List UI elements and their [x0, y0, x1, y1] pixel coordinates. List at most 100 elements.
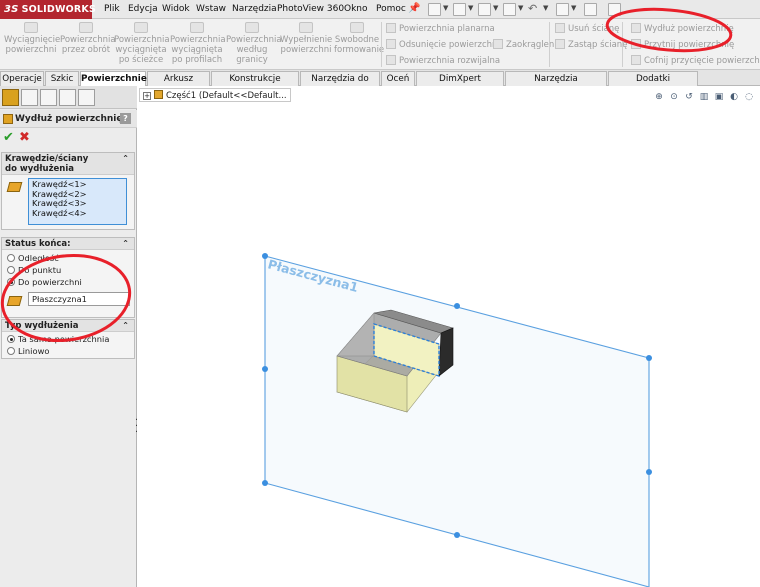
- radio-up-to-surface[interactable]: Do powierzchni: [7, 277, 82, 288]
- property-manager-icon[interactable]: [21, 89, 38, 106]
- radio-distance[interactable]: Odległość: [7, 253, 59, 264]
- tab-powierzchnie[interactable]: Powierzchnie: [80, 71, 147, 87]
- revolved-surface-button[interactable]: Powierzchnia przez obrót: [60, 21, 116, 68]
- list-item[interactable]: Krawędź<1>: [29, 179, 126, 190]
- swept-surface-button[interactable]: Powierzchnia wyciągnięta po ścieżce: [114, 21, 170, 68]
- untrim-surface-button[interactable]: Cofnij przycięcie powierzchni: [631, 54, 760, 68]
- collapse-icon[interactable]: ⌃: [122, 154, 129, 164]
- delete-face-button[interactable]: Usuń ścianę: [555, 22, 619, 36]
- display-manager-icon[interactable]: [78, 89, 95, 106]
- trim-surface-button[interactable]: Przytnij powierzchnię: [631, 38, 734, 52]
- extend-surface-button[interactable]: Wydłuż powierzchnię: [631, 22, 734, 36]
- options-icon[interactable]: [608, 3, 621, 16]
- tab-dimxpert[interactable]: DimXpert Wymiarów: [416, 71, 504, 98]
- plane-handle[interactable]: [262, 253, 268, 259]
- ruled-surface-button[interactable]: Powierzchnia rozwijalna: [386, 54, 500, 68]
- list-item[interactable]: Krawędź<4>: [29, 208, 126, 219]
- display-style-icon[interactable]: ◐: [728, 91, 740, 103]
- menu-okno[interactable]: Okno: [344, 0, 368, 19]
- feature-tree-root[interactable]: + Część1 (Default<<Default...: [139, 88, 291, 102]
- extend-surface-icon: [3, 114, 13, 124]
- tab-dodatki[interactable]: Dodatki SOLIDWORKS: [608, 71, 698, 98]
- plane-handle[interactable]: [454, 303, 460, 309]
- chevron-down-icon[interactable]: ▼: [518, 4, 523, 12]
- replace-face-button[interactable]: Zastąp ścianę: [555, 38, 627, 52]
- zoom-area-icon[interactable]: ⊙: [668, 91, 680, 103]
- undo-icon[interactable]: ↶: [528, 3, 541, 16]
- new-document-icon[interactable]: [428, 3, 441, 16]
- menu-pomoc[interactable]: Pomoc: [376, 0, 406, 19]
- fillet-icon: [493, 39, 503, 49]
- hide-show-icon[interactable]: ◌: [743, 91, 755, 103]
- print-icon[interactable]: [503, 3, 516, 16]
- extension-type-header[interactable]: Typ wydłużenia ⌃: [2, 320, 134, 332]
- extruded-surface-button[interactable]: Wyciągnięcie powierzchni: [4, 21, 60, 68]
- collapse-icon[interactable]: ⌃: [122, 238, 129, 250]
- help-button[interactable]: ?: [120, 113, 131, 124]
- tab-narzedzia-do-form[interactable]: Narzędzia do form: [300, 71, 380, 98]
- menu-plik[interactable]: Plik: [104, 0, 120, 19]
- lofted-surface-button[interactable]: Powierzchnia wyciągnięta po profilach: [170, 21, 226, 68]
- previous-view-icon[interactable]: ↺: [683, 91, 695, 103]
- plane-handle[interactable]: [262, 366, 268, 372]
- rebuild-icon[interactable]: [584, 3, 597, 16]
- chevron-down-icon[interactable]: ▼: [543, 4, 548, 12]
- radio-button[interactable]: [7, 278, 15, 286]
- radio-button[interactable]: [7, 335, 15, 343]
- menu-widok[interactable]: Widok: [162, 0, 190, 19]
- chevron-down-icon[interactable]: ▼: [493, 4, 498, 12]
- planar-surface-button[interactable]: Powierzchnia planarna: [386, 22, 495, 36]
- view-orientation-icon[interactable]: ▣: [713, 91, 725, 103]
- edges-group-header[interactable]: Krawędzie/ściany do wydłużenia ⌃: [2, 153, 134, 175]
- graphics-area[interactable]: Płaszczyzna1 + Część1 (Default<<Default..…: [137, 86, 760, 587]
- fillet-button[interactable]: Zaokrąglenie: [493, 38, 562, 52]
- freeform-button[interactable]: Swobodne formowanie: [334, 21, 384, 68]
- menu-edycja[interactable]: Edycja: [128, 0, 158, 19]
- edges-list[interactable]: Krawędź<1> Krawędź<2> Krawędź<3> Krawędź…: [28, 178, 127, 225]
- radio-linear[interactable]: Liniowo: [7, 346, 49, 357]
- boundary-surface-button[interactable]: Powierzchnia według granicy: [226, 21, 282, 68]
- save-icon[interactable]: [478, 3, 491, 16]
- tab-arkusz-blachy[interactable]: Arkusz blachy: [147, 71, 210, 98]
- radio-up-to-point[interactable]: Do punktu: [7, 265, 61, 276]
- cancel-button[interactable]: ✖: [19, 130, 30, 145]
- end-surface-field[interactable]: Płaszczyzna1: [28, 292, 130, 306]
- filled-surface-icon: [299, 22, 313, 33]
- lofted-surface-icon: [190, 22, 204, 33]
- 3d-scene[interactable]: Płaszczyzna1: [137, 86, 760, 587]
- plane-handle[interactable]: [646, 469, 652, 475]
- radio-button[interactable]: [7, 254, 15, 262]
- plane-handle[interactable]: [646, 355, 652, 361]
- collapse-icon[interactable]: ⌃: [122, 320, 129, 332]
- configuration-manager-icon[interactable]: [40, 89, 57, 106]
- tab-szkic[interactable]: Szkic: [45, 71, 79, 86]
- chevron-down-icon[interactable]: ▼: [571, 4, 576, 12]
- select-icon[interactable]: [556, 3, 569, 16]
- plane-handle[interactable]: [454, 532, 460, 538]
- end-condition-header[interactable]: Status końca: ⌃: [2, 238, 134, 250]
- pin-icon[interactable]: 📌: [408, 3, 421, 16]
- tab-ocen[interactable]: Oceń: [381, 71, 415, 86]
- tab-narzedzia-renderowania[interactable]: Narzędzia renderowania: [505, 71, 607, 98]
- menu-wstaw[interactable]: Wstaw: [196, 0, 226, 19]
- chevron-down-icon[interactable]: ▼: [468, 4, 473, 12]
- menu-narzedzia[interactable]: Narzędzia: [232, 0, 277, 19]
- radio-button[interactable]: [7, 266, 15, 274]
- radio-button[interactable]: [7, 347, 15, 355]
- section-view-icon[interactable]: ▥: [698, 91, 710, 103]
- radio-same-surface[interactable]: Ta sama powierzchnia: [7, 334, 109, 345]
- expand-icon[interactable]: +: [143, 92, 151, 100]
- feature-manager-icon[interactable]: [2, 89, 19, 106]
- open-icon[interactable]: [453, 3, 466, 16]
- zoom-to-fit-icon[interactable]: ⊕: [653, 91, 665, 103]
- tab-operacje[interactable]: Operacje: [0, 71, 44, 86]
- chevron-down-icon[interactable]: ▼: [443, 4, 448, 12]
- offset-surface-button[interactable]: Odsunięcie powierzchni: [386, 38, 500, 52]
- plane-handle[interactable]: [262, 480, 268, 486]
- filled-surface-button[interactable]: Wypełnienie powierzchni: [280, 21, 332, 68]
- dimxpert-manager-icon[interactable]: [59, 89, 76, 106]
- ok-button[interactable]: ✔: [3, 130, 14, 145]
- boundary-surface-icon: [245, 22, 259, 33]
- menu-photoview[interactable]: PhotoView 360: [277, 0, 344, 19]
- tab-konstrukcje-spawane[interactable]: Konstrukcje spawane: [211, 71, 299, 98]
